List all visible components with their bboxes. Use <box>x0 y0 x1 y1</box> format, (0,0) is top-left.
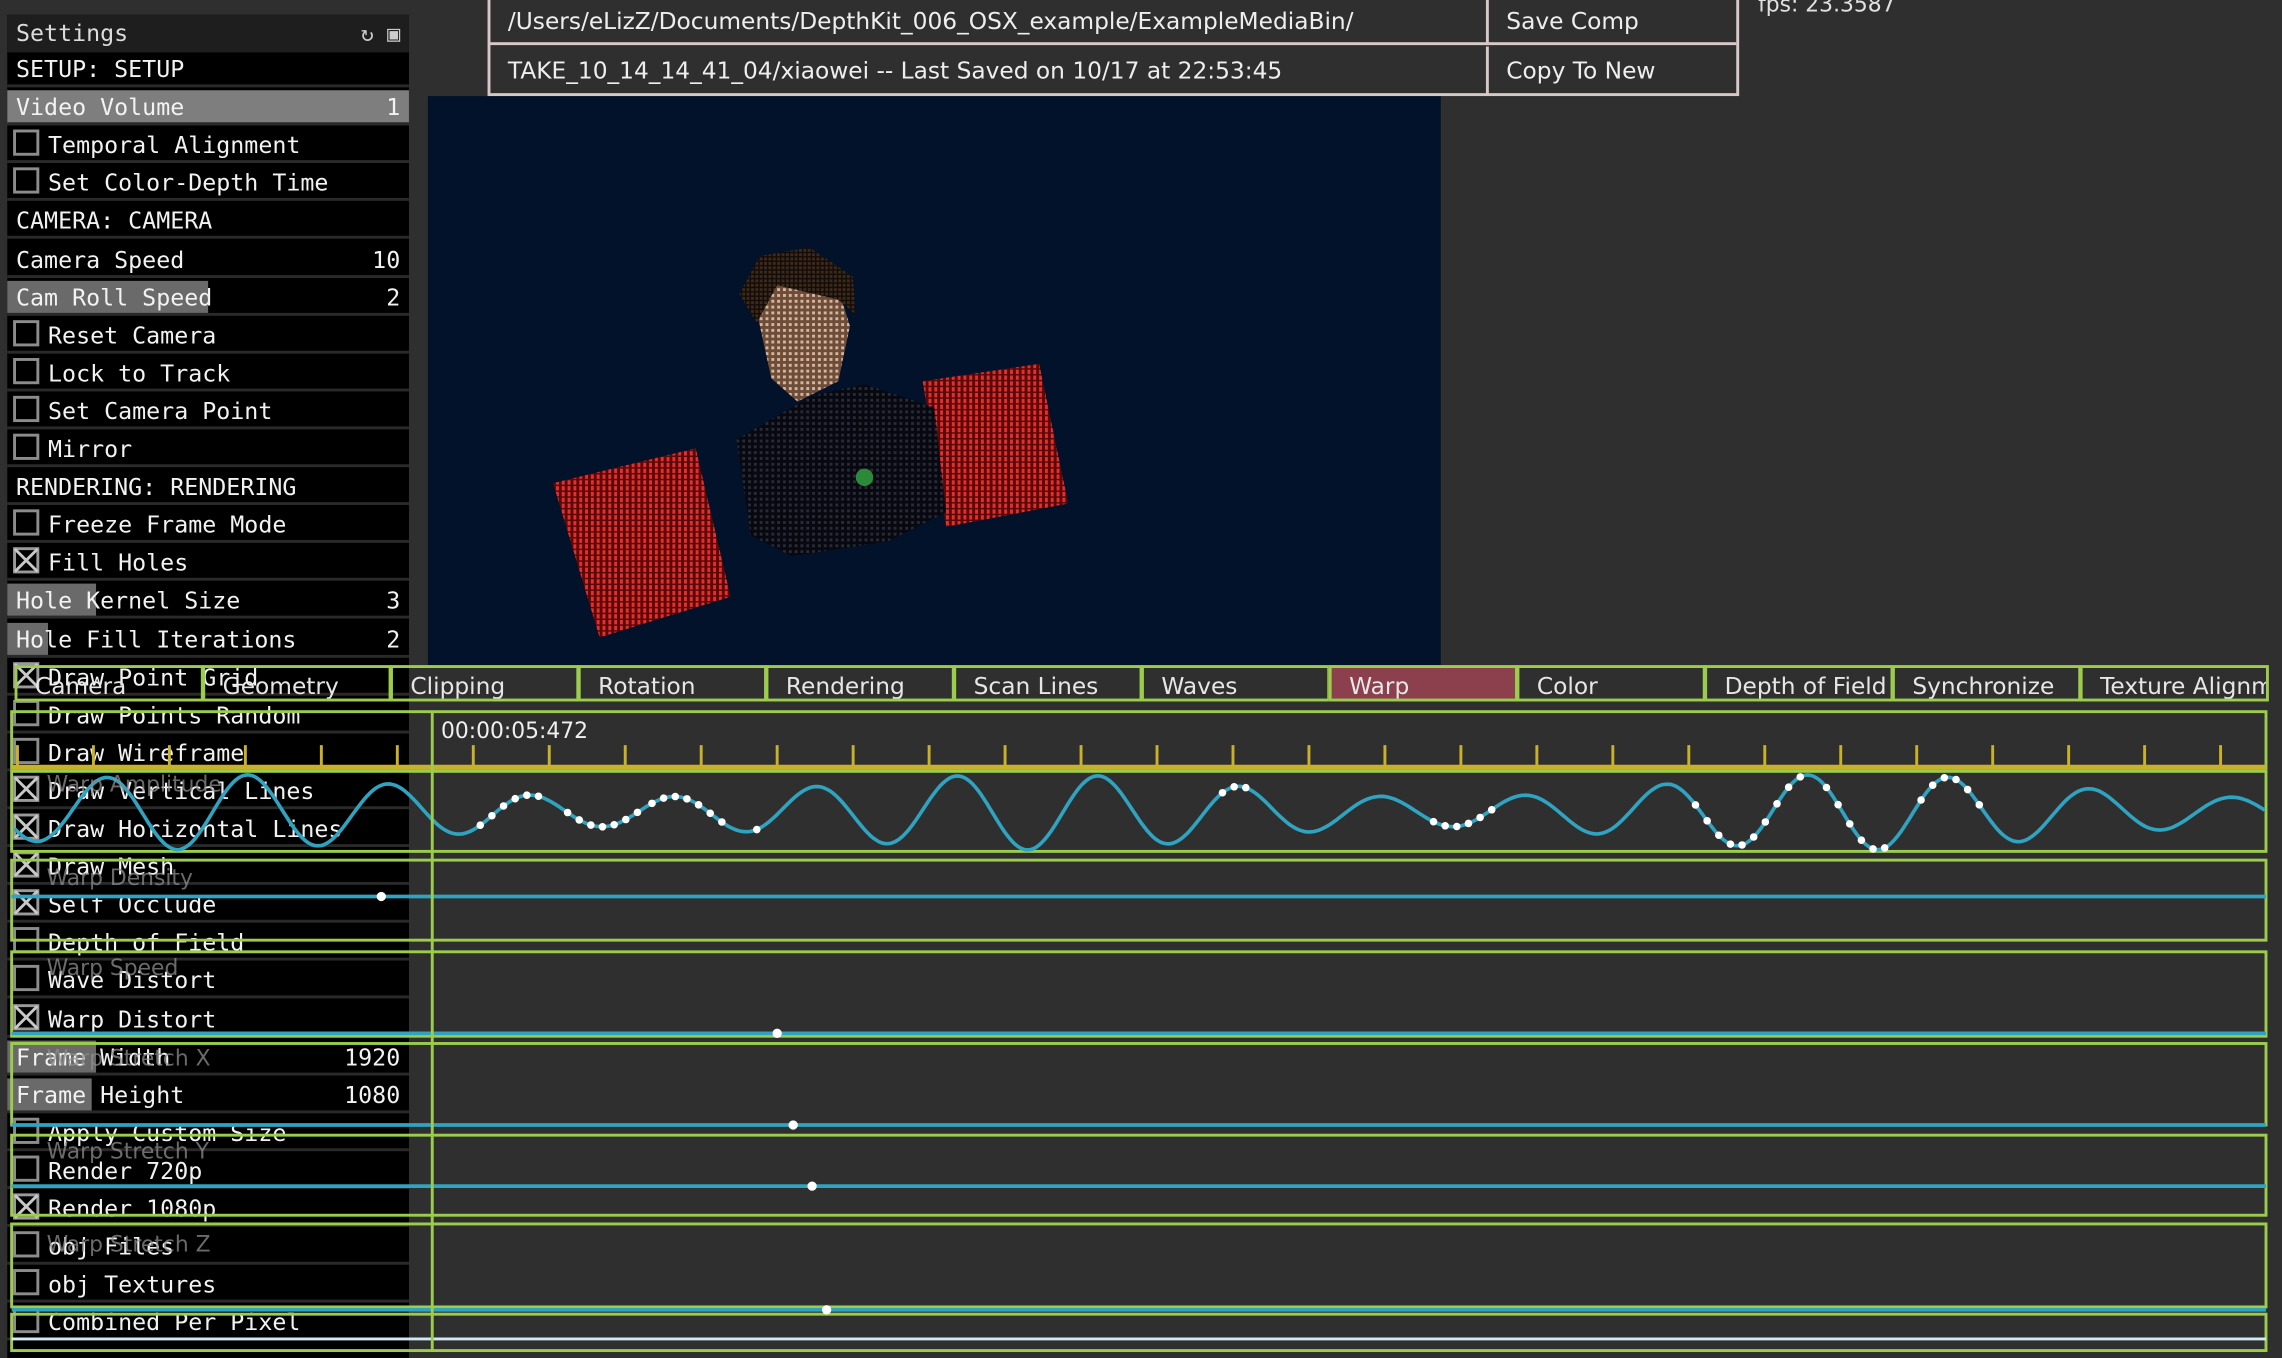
keyframe-dot <box>1952 775 1960 784</box>
keyframe-dot <box>1242 783 1250 792</box>
keyframe-dot <box>563 808 572 817</box>
keyframe-dot <box>1487 805 1496 814</box>
keyframe-dot <box>1975 801 1984 809</box>
track-label-warp-speed: Warp Speed <box>46 954 179 981</box>
keyframe-dot <box>1441 821 1449 830</box>
track-frame <box>10 858 2268 942</box>
keyframe-dot <box>610 820 618 829</box>
keyframe-dot <box>1963 785 1972 794</box>
ruler-frame <box>10 710 2268 770</box>
keyframe-dot <box>1703 817 1711 825</box>
keyframe-dot <box>1691 801 1700 809</box>
keyframe-dot <box>1714 831 1723 840</box>
track-label-warp-density: Warp Density <box>46 864 193 891</box>
track-frame <box>10 1042 2268 1127</box>
keyframe-dot <box>1230 782 1238 791</box>
keyframe-dot <box>633 808 642 817</box>
keyframe-dot <box>788 1120 798 1130</box>
track-label-warp-amplitude: Warp Amplitude <box>46 771 222 798</box>
track-frame <box>10 1222 2268 1309</box>
keyframe-dot <box>523 791 531 799</box>
keyframe-dot <box>476 821 485 829</box>
keyframe-dot <box>694 801 703 809</box>
keyframe-dot <box>622 815 630 824</box>
keyframe-dot <box>1822 783 1831 792</box>
keyframe-dot <box>1880 844 1889 852</box>
keyframe-dot <box>1453 822 1461 831</box>
track-frame <box>10 769 2268 853</box>
keyframe-dot <box>1845 820 1854 828</box>
keyframe-dot <box>706 809 714 818</box>
keyframe-dot <box>1784 783 1793 791</box>
keyframe-dot <box>587 821 595 829</box>
keyframe-dot <box>1857 836 1866 844</box>
keyframe-dot <box>1940 773 1949 782</box>
keyframe-dot <box>511 794 519 803</box>
track-frame <box>10 950 2268 1038</box>
keyframe-dot <box>488 811 496 820</box>
keyframe-dot <box>1917 796 1925 804</box>
keyframe-dot <box>534 792 543 801</box>
keyframe-dot <box>772 1028 782 1038</box>
keyframe-dot <box>1834 800 1842 809</box>
keyframe-dot <box>718 818 726 826</box>
track-label-warp-stretch-x: Warp Stretch X <box>46 1044 211 1072</box>
track-label-warp-stretch-z: Warp Stretch Z <box>46 1231 211 1258</box>
timecode: 00:00:05:472 <box>440 717 589 744</box>
keyframe-dot <box>598 823 607 831</box>
track-frame <box>10 1312 2268 1353</box>
keyframe-dot <box>753 825 761 834</box>
keyframe-dot <box>1726 840 1735 848</box>
keyframe-dot <box>1429 817 1438 826</box>
keyframe-dot <box>575 816 584 824</box>
keyframe-dot <box>648 799 656 808</box>
keyframe-dot <box>1738 841 1746 849</box>
keyframe-dot <box>821 1305 832 1315</box>
track-label-warp-stretch-y: Warp Stretch Y <box>46 1138 209 1165</box>
keyframe-dot <box>1464 819 1473 828</box>
keyframe-dot <box>683 795 691 803</box>
keyframe-dot <box>659 794 668 802</box>
keyframe-dot <box>1928 781 1937 789</box>
track-frame <box>10 1133 2268 1217</box>
keyframe-dot <box>376 891 386 902</box>
timeline-tracks[interactable] <box>0 0 2282 1358</box>
keyframe-dot <box>499 802 508 810</box>
keyframe-dot <box>1749 833 1758 841</box>
keyframe-dot <box>1761 818 1770 826</box>
keyframe-dot <box>1218 788 1227 797</box>
keyframe-dot <box>1773 800 1781 808</box>
keyframe-dot <box>671 792 680 801</box>
warp-amplitude-curve <box>13 773 2266 852</box>
keyframe-dot <box>807 1181 817 1191</box>
keyframe-dot <box>1796 773 1805 781</box>
keyframe-dot <box>1869 845 1877 853</box>
keyframe-dot <box>1476 813 1484 822</box>
